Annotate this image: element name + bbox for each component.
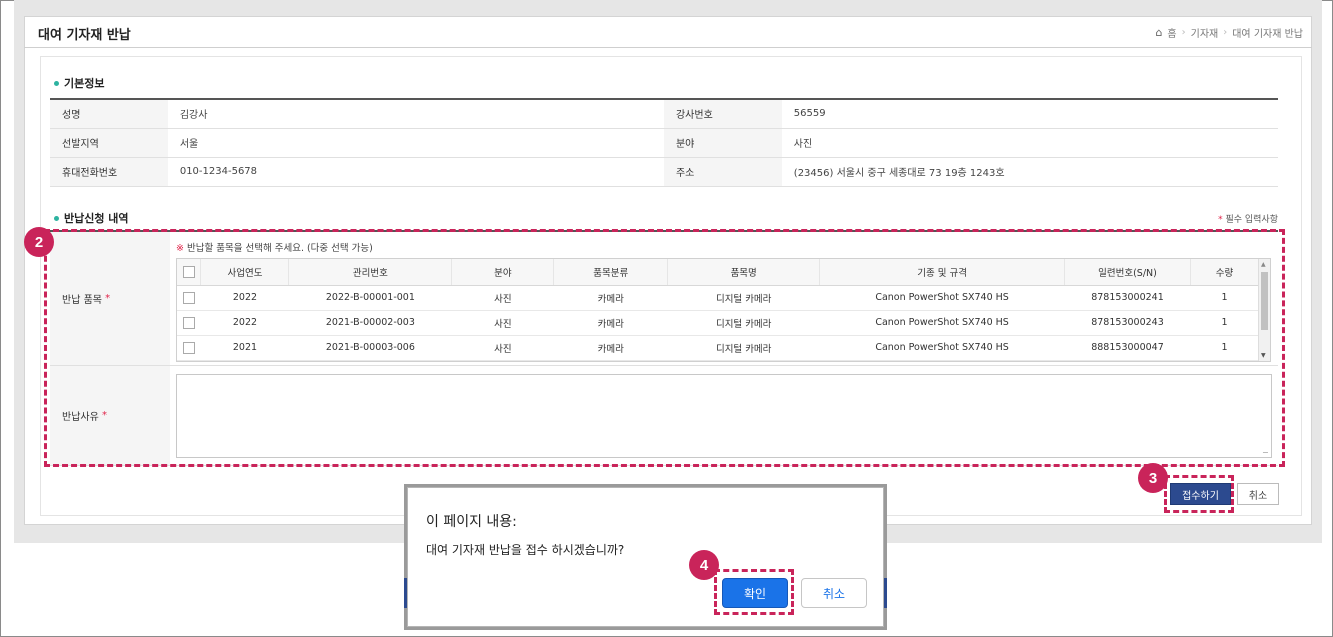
name-label: 성명 xyxy=(50,99,168,129)
name-value: 김강사 xyxy=(167,99,664,129)
page-title: 대여 기자재 반납 xyxy=(38,28,131,43)
required-star-icon: * xyxy=(1218,215,1223,225)
return-request-heading: 반납신청 내역 xyxy=(54,210,129,226)
breadcrumb: ⌂ 홈 › 기자재 › 대여 기자재 반납 xyxy=(1155,25,1303,40)
step-2-highlight xyxy=(44,229,1285,467)
bullet-icon xyxy=(54,80,59,86)
address-label: 주소 xyxy=(663,157,782,187)
basic-info-heading: 기본정보 xyxy=(54,75,104,91)
step-4-highlight xyxy=(714,569,794,615)
info-row: 성명 김강사 강사번호 56559 xyxy=(50,99,1278,129)
breadcrumb-home[interactable]: 홈 xyxy=(1167,25,1176,40)
instructor-no-value: 56559 xyxy=(781,99,1278,129)
step-2-badge: 2 xyxy=(24,227,54,257)
breadcrumb-equipment[interactable]: 기자재 xyxy=(1191,25,1219,40)
confirm-dialog: 이 페이지 내용: 대여 기자재 반납을 접수 하시겠습니까? 확인 취소 xyxy=(407,487,884,627)
background-button-edge xyxy=(884,578,887,608)
step-3-badge: 3 xyxy=(1138,463,1168,493)
resize-grip-icon[interactable]: − xyxy=(1262,449,1332,636)
step-3-highlight xyxy=(1164,475,1234,513)
address-value: (23456) 서울시 중구 세종대로 73 19층 1243호 xyxy=(781,157,1278,187)
info-row: 선발지역 서울 분야 사진 xyxy=(50,128,1278,158)
chevron-right-icon: › xyxy=(1223,27,1228,38)
region-label: 선발지역 xyxy=(50,128,168,158)
phone-label: 휴대전화번호 xyxy=(50,157,168,187)
basic-info-table: 성명 김강사 강사번호 56559 선발지역 서울 분야 사진 휴대전화번호 0… xyxy=(50,98,1278,187)
chevron-right-icon: › xyxy=(1181,27,1186,38)
info-row: 휴대전화번호 010-1234-5678 주소 (23456) 서울시 중구 세… xyxy=(50,157,1278,187)
home-icon[interactable]: ⌂ xyxy=(1155,26,1162,39)
region-value: 서울 xyxy=(167,128,664,158)
dialog-title: 이 페이지 내용: xyxy=(426,514,517,530)
required-note: * 필수 입력사항 xyxy=(1218,212,1278,225)
return-request-title: 반납신청 내역 xyxy=(64,212,129,225)
title-divider xyxy=(24,47,1312,48)
bullet-icon xyxy=(54,215,59,221)
cancel-button[interactable]: 취소 xyxy=(1237,483,1279,505)
phone-value: 010-1234-5678 xyxy=(167,157,664,187)
field-value: 사진 xyxy=(781,128,1278,158)
step-4-badge: 4 xyxy=(689,550,719,580)
basic-info-title: 기본정보 xyxy=(64,77,105,90)
field-label: 분야 xyxy=(663,128,782,158)
required-note-text: 필수 입력사항 xyxy=(1225,215,1278,225)
breadcrumb-current: 대여 기자재 반납 xyxy=(1232,29,1303,40)
dialog-cancel-button[interactable]: 취소 xyxy=(801,578,867,608)
dialog-message: 대여 기자재 반납을 접수 하시겠습니까? xyxy=(426,543,625,557)
instructor-no-label: 강사번호 xyxy=(663,99,782,129)
